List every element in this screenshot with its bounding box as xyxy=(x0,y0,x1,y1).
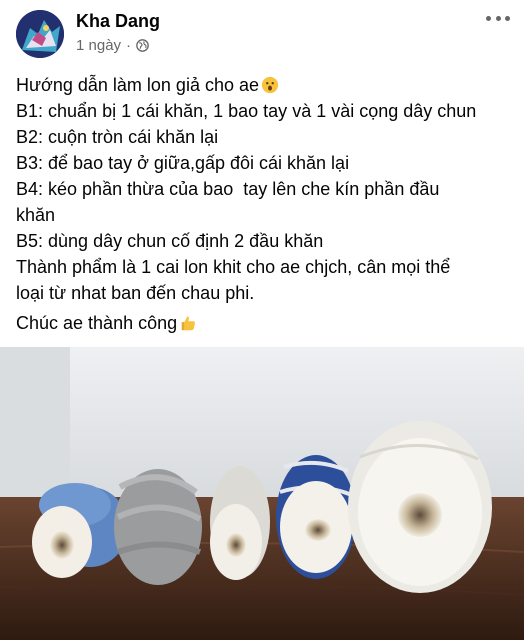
post-line: B4: kéo phần thừa của bao tay lên che kí… xyxy=(16,179,440,199)
post-meta: 1 ngày · xyxy=(76,37,149,54)
avatar[interactable] xyxy=(16,10,64,58)
post-text: Hướng dẫn làm lon giả cho ae B1: chuẩn b… xyxy=(16,72,516,336)
thumbs-up-emoji-icon xyxy=(181,316,196,331)
surprised-face-emoji-icon xyxy=(261,76,279,94)
globe-icon[interactable] xyxy=(136,39,149,52)
post-line: Thành phẩm là 1 cai lon khit cho ae chjc… xyxy=(16,257,451,277)
post-line: B3: để bao tay ở giữa,gấp đôi cái khăn l… xyxy=(16,153,350,173)
post-line: B1: chuẩn bị 1 cái khăn, 1 bao tay và 1 … xyxy=(16,101,477,121)
post-header: Kha Dang 1 ngày · xyxy=(0,0,524,66)
towel-rolls-photo[interactable] xyxy=(0,347,524,640)
post-line: B2: cuộn tròn cái khăn lại xyxy=(16,127,219,147)
author-name[interactable]: Kha Dang xyxy=(76,11,160,32)
post-line: Hướng dẫn làm lon giả cho ae xyxy=(16,72,516,98)
more-options-icon[interactable] xyxy=(486,8,510,28)
post-time[interactable]: 1 ngày xyxy=(76,37,121,54)
post-line: khăn xyxy=(16,205,56,225)
post-line: loại từ nhat ban đến chau phi. xyxy=(16,283,255,303)
post-line: Chúc ae thành công xyxy=(16,310,516,336)
meta-separator: · xyxy=(126,37,132,54)
post-line: B5: dùng dây chun cố định 2 đầu khăn xyxy=(16,231,324,251)
